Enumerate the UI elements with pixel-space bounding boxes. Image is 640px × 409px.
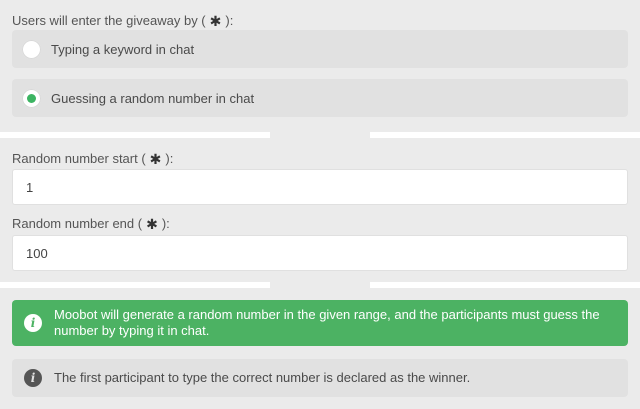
section-divider: [0, 282, 270, 288]
asterisk-icon: ✱: [149, 150, 162, 167]
info-alert-text: The first participant to type the correc…: [54, 370, 471, 385]
random-end-label-text: Random number end (: [12, 216, 143, 231]
random-start-input[interactable]: [12, 169, 628, 205]
radio-option-keyword-label: Typing a keyword in chat: [51, 41, 195, 57]
section-divider: [370, 132, 640, 138]
success-alert-text: Moobot will generate a random number in …: [54, 307, 600, 338]
random-end-input[interactable]: [12, 235, 628, 271]
asterisk-icon: ✱: [209, 12, 222, 29]
radio-option-random-number-label: Guessing a random number in chat: [51, 90, 255, 106]
radio-button-keyword[interactable]: [22, 39, 41, 59]
giveaway-settings-panel: Users will enter the giveaway by ( ✱ ): …: [0, 0, 640, 409]
section-divider: [370, 282, 640, 288]
entry-method-label-text: Users will enter the giveaway by (: [12, 13, 206, 28]
radio-option-random-number[interactable]: Guessing a random number in chat: [12, 79, 628, 117]
info-alert: i The first participant to type the corr…: [12, 359, 628, 397]
entry-method-label: Users will enter the giveaway by ( ✱ ):: [12, 13, 233, 28]
entry-method-label-suffix: ):: [225, 13, 234, 28]
radio-selected-dot: [27, 93, 36, 103]
random-start-label-text: Random number start (: [12, 151, 146, 166]
random-end-label-suffix: ):: [161, 216, 170, 231]
random-start-label-suffix: ):: [165, 151, 174, 166]
random-end-label: Random number end ( ✱ ):: [12, 216, 170, 231]
info-icon: i: [24, 369, 42, 387]
success-alert: i Moobot will generate a random number i…: [12, 300, 628, 346]
section-divider: [0, 132, 270, 138]
info-icon: i: [24, 314, 42, 332]
radio-button-random-number[interactable]: [22, 88, 41, 108]
radio-option-keyword[interactable]: Typing a keyword in chat: [12, 30, 628, 68]
random-start-label: Random number start ( ✱ ):: [12, 151, 173, 166]
asterisk-icon: ✱: [146, 215, 158, 232]
